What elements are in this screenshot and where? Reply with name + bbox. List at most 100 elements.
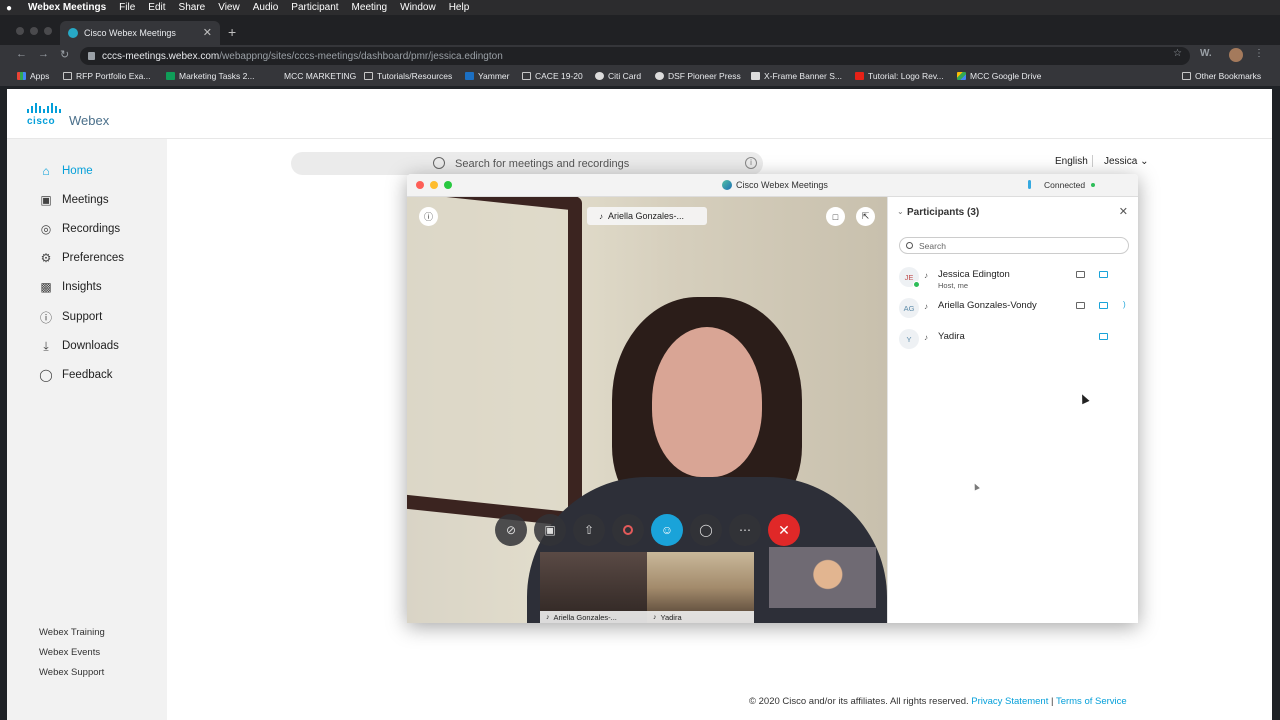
youtube-icon (855, 72, 864, 80)
window-minimize-button[interactable] (30, 27, 38, 35)
layout-icon[interactable]: □ (826, 207, 845, 226)
participants-button[interactable]: ☺ (651, 514, 683, 546)
meeting-window-title: Cisco Webex Meetings (722, 180, 828, 190)
nav-preferences[interactable]: ⚙ Preferences (39, 251, 124, 265)
active-speaker-video[interactable]: ⓘ ♪ Ariella Gonzales-... □ ⇱ ⊘ ▣ ⇧ ☺ ◯ ⋯… (407, 197, 887, 623)
link-webex-training[interactable]: Webex Training (39, 627, 105, 638)
url-host: cccs-meetings.webex.com (102, 50, 220, 62)
tab-close-icon[interactable]: ✕ (203, 26, 212, 39)
terms-link[interactable]: Terms of Service (1056, 696, 1127, 707)
menu-edit[interactable]: Edit (148, 2, 165, 13)
mute-button[interactable]: ⊘ (495, 514, 527, 546)
bookmark-citi-card[interactable]: Citi Card (595, 71, 641, 81)
participant-row[interactable]: Y ♪ Yadira (899, 327, 1129, 353)
forward-arrow-icon[interactable]: → (38, 48, 49, 60)
menu-share[interactable]: Share (179, 2, 206, 13)
webex-extension-icon[interactable]: W. (1200, 48, 1212, 59)
webex-favicon-icon (68, 28, 78, 38)
nav-feedback[interactable]: ◯ Feedback (39, 368, 112, 382)
nav-meetings[interactable]: ▣ Meetings (39, 193, 108, 207)
bookmark-star-icon[interactable]: ☆ (1173, 48, 1182, 59)
meetings-search-input[interactable]: Search for meetings and recordings i (291, 152, 763, 175)
window-zoom-button[interactable] (44, 27, 52, 35)
participant-row[interactable]: JE ♪ Jessica Edington Host, me (899, 265, 1129, 291)
download-icon: ⤓ (43, 338, 49, 353)
url-path: /webappng/sites/cccs-meetings/dashboard/… (219, 50, 503, 62)
more-button[interactable]: ⋯ (729, 514, 761, 546)
meeting-minimize-button[interactable] (430, 181, 438, 189)
bookmark-mcc-drive[interactable]: MCC Google Drive (957, 71, 1041, 81)
speaker-face (652, 327, 762, 477)
link-webex-support[interactable]: Webex Support (39, 667, 104, 678)
language-selector[interactable]: English (1055, 156, 1088, 167)
bookmark-marketing-tasks[interactable]: Marketing Tasks 2... (166, 71, 254, 81)
menu-meeting[interactable]: Meeting (352, 2, 388, 13)
bookmark-tutorial-logo[interactable]: Tutorial: Logo Rev... (855, 71, 944, 81)
back-arrow-icon[interactable]: ← (16, 48, 27, 60)
menu-file[interactable]: File (119, 2, 135, 13)
chevron-down-icon[interactable]: ⌄ (897, 207, 904, 216)
video-button[interactable]: ▣ (534, 514, 566, 546)
menu-app-name[interactable]: Webex Meetings (28, 2, 106, 13)
thumbnail-yadira[interactable]: ♪ Yadira (647, 552, 754, 623)
address-bar[interactable]: cccs-meetings.webex.com/webappng/sites/c… (80, 47, 1190, 65)
apps-grid-icon (17, 72, 26, 80)
record-button[interactable] (612, 514, 644, 546)
nav-downloads[interactable]: ⤓ Downloads (39, 339, 119, 353)
participant-row[interactable]: AG ♪ Ariella Gonzales-Vondy ) (899, 296, 1129, 322)
nav-recordings[interactable]: ◎ Recordings (39, 222, 120, 236)
mic-off-icon: ⊘ (505, 523, 517, 537)
link-webex-events[interactable]: Webex Events (39, 647, 100, 658)
menu-window[interactable]: Window (400, 2, 436, 13)
window-close-button[interactable] (16, 27, 24, 35)
info-icon[interactable]: i (745, 157, 757, 169)
close-icon[interactable]: ✕ (1119, 205, 1128, 218)
mic-icon: ♪ (924, 333, 928, 342)
globe-icon (655, 72, 664, 80)
logo-webex-text: Webex (69, 113, 110, 128)
fullscreen-icon[interactable]: ⇱ (856, 207, 875, 226)
menu-view[interactable]: View (218, 2, 240, 13)
menu-audio[interactable]: Audio (253, 2, 279, 13)
reload-icon[interactable]: ↻ (60, 48, 69, 61)
chat-button[interactable]: ◯ (690, 514, 722, 546)
meeting-close-button[interactable] (416, 181, 424, 189)
meeting-zoom-button[interactable] (444, 181, 452, 189)
participant-name: Jessica Edington (938, 269, 1010, 280)
nav-insights[interactable]: ▩ Insights (39, 280, 101, 294)
bookmark-dsf[interactable]: DSF Pioneer Press (655, 71, 741, 81)
apple-icon[interactable]: ● (6, 3, 16, 14)
avatar: JE (899, 267, 920, 288)
meeting-info-icon[interactable]: ⓘ (419, 207, 438, 226)
connection-status: Connected (1044, 180, 1096, 190)
cisco-webex-logo[interactable]: cisco Webex (27, 103, 109, 128)
nav-home[interactable]: ⌂ Home (39, 164, 92, 178)
drive-icon (957, 72, 966, 80)
thumbnail-self-view[interactable] (769, 547, 876, 608)
share-button[interactable]: ⇧ (573, 514, 605, 546)
mac-menubar: ● Webex Meetings File Edit Share View Au… (0, 0, 1280, 15)
bookmark-mcc-marketing[interactable]: MCC MARKETING (284, 71, 356, 81)
participants-search-input[interactable]: Search (899, 237, 1129, 254)
bookmark-yammer[interactable]: Yammer (465, 71, 510, 81)
menu-participant[interactable]: Participant (291, 2, 338, 13)
browser-menu-icon[interactable]: ⋮ (1254, 48, 1264, 59)
nav-support[interactable]: ⓘ Support (39, 310, 102, 325)
bookmark-cace[interactable]: CACE 19-20 (522, 71, 583, 81)
search-placeholder: Search for meetings and recordings (455, 157, 630, 170)
bookmark-rfp[interactable]: RFP Portfolio Exa... (63, 71, 150, 81)
bookmark-other[interactable]: Other Bookmarks (1182, 71, 1261, 81)
privacy-link[interactable]: Privacy Statement (971, 696, 1048, 707)
user-menu[interactable]: Jessica ⌄ (1104, 156, 1149, 167)
bookmark-apps[interactable]: Apps (17, 71, 49, 81)
browser-tab-webex[interactable]: Cisco Webex Meetings ✕ (60, 21, 220, 45)
thumbnail-ariella[interactable]: ♪ Ariella Gonzales-... (540, 552, 648, 623)
bookmark-xframe[interactable]: X-Frame Banner S... (751, 71, 842, 81)
leave-meeting-button[interactable]: ✕ (768, 514, 800, 546)
bookmark-tutorials[interactable]: Tutorials/Resources (364, 71, 452, 81)
profile-avatar[interactable] (1229, 48, 1243, 62)
speaking-indicator-icon: ) (1123, 300, 1126, 309)
new-tab-plus-icon[interactable]: + (228, 24, 236, 40)
recording-icon: ◎ (40, 222, 52, 236)
menu-help[interactable]: Help (449, 2, 470, 13)
